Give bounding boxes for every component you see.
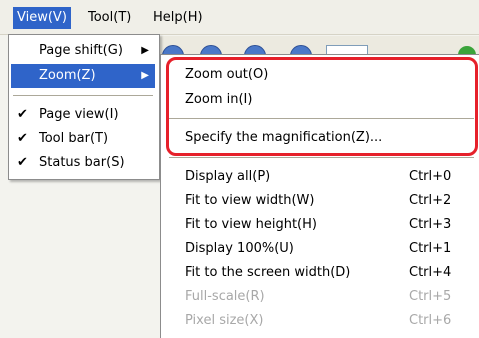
menu-item-label: Page shift(G) <box>39 43 123 58</box>
menu-item-shortcut: Ctrl+0 <box>409 169 452 184</box>
menu-item-label: Fit to view width(W) <box>185 193 315 208</box>
menu-item-display-100[interactable]: Display 100%(U) Ctrl+1 <box>161 237 479 261</box>
menu-item-label: Pixel size(X) <box>185 313 264 328</box>
menu-item-status-bar[interactable]: ✔ Status bar(S) <box>11 151 155 175</box>
check-icon: ✔ <box>17 107 28 122</box>
submenu-arrow-icon: ▶ <box>141 70 149 81</box>
app-window: View(V) Tool(T) Help(H) Page shift(G) ▶ … <box>0 0 479 338</box>
menu-help[interactable]: Help(H) <box>149 7 207 29</box>
menu-item-label: Fit to view height(H) <box>185 217 317 232</box>
menu-item-shortcut: Ctrl+5 <box>409 289 452 304</box>
menu-separator <box>13 95 153 96</box>
menu-item-label: Zoom(Z) <box>39 68 96 83</box>
menu-item-label: Fit to the screen width(D) <box>185 265 351 280</box>
menu-item-shortcut: Ctrl+2 <box>409 193 452 208</box>
menu-item-display-all[interactable]: Display all(P) Ctrl+0 <box>161 165 479 189</box>
menu-item-full-scale: Full-scale(R) Ctrl+5 <box>161 285 479 309</box>
menu-item-fit-view-width[interactable]: Fit to view width(W) Ctrl+2 <box>161 189 479 213</box>
menu-bar: View(V) Tool(T) Help(H) <box>0 0 479 35</box>
menu-item-zoom[interactable]: Zoom(Z) ▶ <box>11 64 155 88</box>
menu-item-page-view[interactable]: ✔ Page view(I) <box>11 103 155 127</box>
menu-item-tool-bar[interactable]: ✔ Tool bar(T) <box>11 127 155 151</box>
menu-view[interactable]: View(V) <box>13 7 71 29</box>
menu-item-fit-view-height[interactable]: Fit to view height(H) Ctrl+3 <box>161 213 479 237</box>
menu-item-shortcut: Ctrl+4 <box>409 265 452 280</box>
menu-item-fit-screen-width[interactable]: Fit to the screen width(D) Ctrl+4 <box>161 261 479 285</box>
annotation-highlight-box <box>166 57 478 156</box>
check-icon: ✔ <box>17 131 28 146</box>
menu-tool[interactable]: Tool(T) <box>84 7 135 29</box>
menu-item-page-shift[interactable]: Page shift(G) ▶ <box>11 39 155 63</box>
menu-item-label: Display all(P) <box>185 169 271 184</box>
menu-separator <box>169 157 474 158</box>
menu-item-label: Full-scale(R) <box>185 289 265 304</box>
menu-item-label: Page view(I) <box>39 107 119 122</box>
check-icon: ✔ <box>17 155 28 170</box>
submenu-arrow-icon: ▶ <box>141 45 149 56</box>
menu-item-shortcut: Ctrl+3 <box>409 217 452 232</box>
menu-item-label: Status bar(S) <box>39 155 125 170</box>
menu-item-shortcut: Ctrl+6 <box>409 313 452 328</box>
menu-item-shortcut: Ctrl+1 <box>409 241 452 256</box>
menu-item-pixel-size: Pixel size(X) Ctrl+6 <box>161 309 479 333</box>
view-menu-dropdown: Page shift(G) ▶ Zoom(Z) ▶ ✔ Page view(I)… <box>8 34 160 180</box>
menu-item-label: Tool bar(T) <box>39 131 109 146</box>
menu-item-label: Display 100%(U) <box>185 241 294 256</box>
